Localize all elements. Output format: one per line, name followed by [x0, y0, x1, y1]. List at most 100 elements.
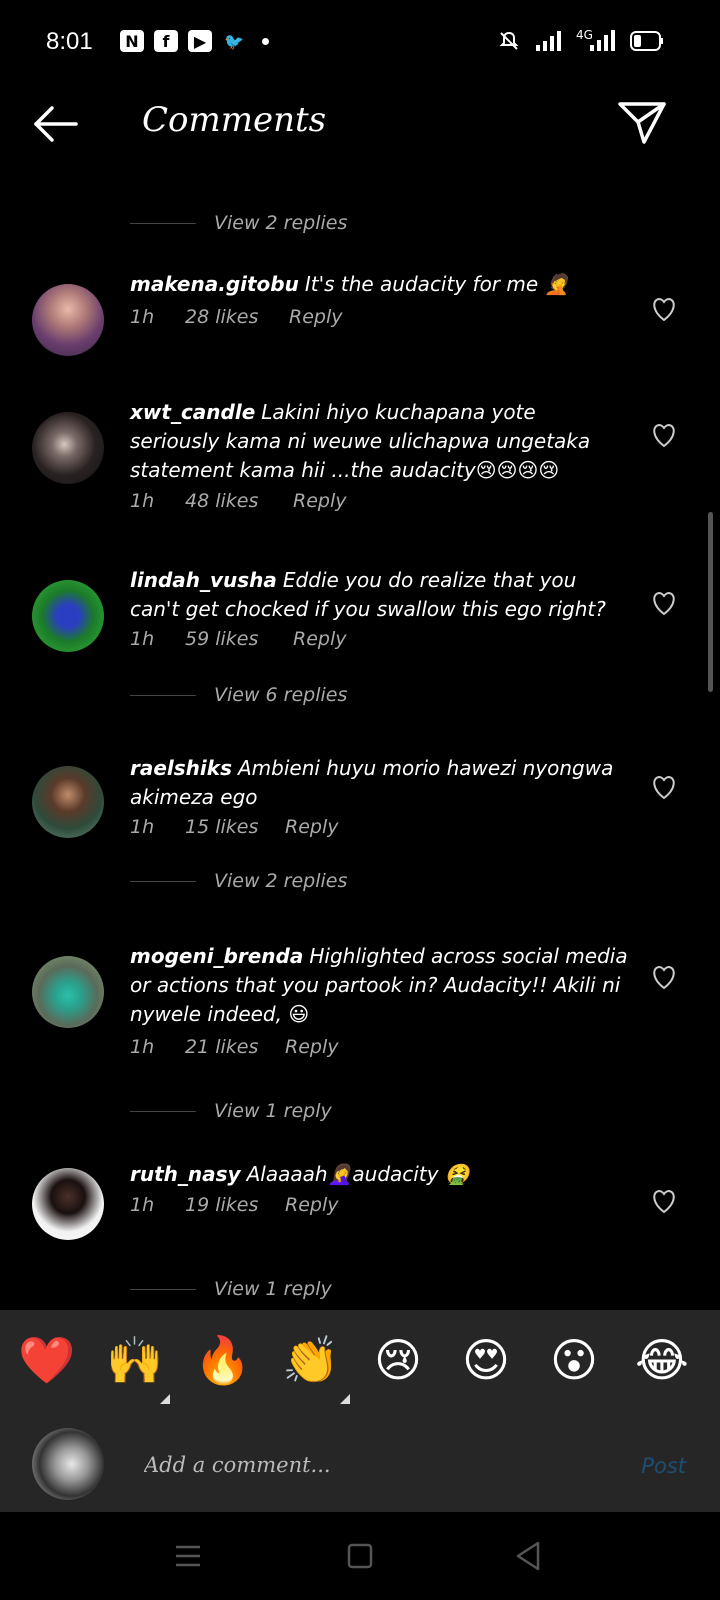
avatar: [32, 1428, 104, 1500]
comment-meta: 1h 19 likes Reply: [130, 1194, 338, 1216]
comment-text: lindah_vusha Eddie you do realize that yo…: [130, 566, 630, 624]
comment-likes[interactable]: 28 likes: [185, 306, 289, 328]
skin-tone-corner-icon: [160, 1394, 170, 1404]
like-heart-icon[interactable]: [650, 296, 678, 322]
like-heart-icon[interactable]: [650, 1188, 678, 1214]
comment-username[interactable]: raelshiks: [130, 756, 232, 780]
reply-button[interactable]: Reply: [289, 306, 342, 328]
comment-meta: 1h 59 likes Reply: [130, 628, 346, 650]
view-replies-button[interactable]: View 1 reply: [130, 1096, 332, 1126]
system-nav-bar: [0, 1512, 720, 1600]
view-replies-button[interactable]: View 2 replies: [130, 208, 347, 238]
comment-username[interactable]: mogeni_brenda: [130, 944, 303, 968]
like-heart-icon[interactable]: [650, 422, 678, 448]
send-direct-icon[interactable]: [616, 96, 668, 148]
avatar[interactable]: [32, 284, 104, 356]
back-icon[interactable]: [514, 1540, 542, 1572]
reply-button[interactable]: Reply: [285, 1036, 338, 1058]
emoji-crying[interactable]: 😢: [370, 1332, 426, 1388]
status-time: 8:01: [46, 28, 93, 55]
divider-line: [130, 1110, 196, 1112]
comment-likes[interactable]: 21 likes: [185, 1036, 285, 1058]
comment-text: ruth_nasy Alaaaah🤦‍♀️audacity 🤮: [130, 1160, 630, 1189]
comment-likes[interactable]: 15 likes: [185, 816, 285, 838]
youtube-icon: ▶: [188, 30, 212, 52]
divider-line: [130, 222, 196, 224]
more-notifications-dot: [262, 37, 269, 45]
comment-meta: 1h 15 likes Reply: [130, 816, 338, 838]
comment-time: 1h: [130, 306, 155, 328]
status-bar: 8:01 N f ▶ 🐦 4G: [0, 0, 720, 88]
reply-button[interactable]: Reply: [293, 490, 346, 512]
battery-icon: [630, 31, 663, 51]
comment-username[interactable]: lindah_vusha: [130, 568, 277, 592]
app-n-icon: N: [120, 30, 144, 52]
comment-username[interactable]: ruth_nasy: [130, 1162, 241, 1186]
page-title: Comments: [142, 100, 327, 140]
comment-text: xwt_candle Lakini hiyo kuchapana yote ser…: [130, 398, 630, 485]
like-heart-icon[interactable]: [650, 964, 678, 990]
comment-composer: Post: [0, 1414, 720, 1512]
twitter-icon: 🐦: [224, 31, 244, 51]
comment-likes[interactable]: 48 likes: [185, 490, 293, 512]
post-button[interactable]: Post: [641, 1454, 686, 1478]
comment-body: It's the audacity for me 🤦: [304, 272, 570, 296]
comment-meta: 1h 21 likes Reply: [130, 1036, 338, 1058]
reply-button[interactable]: Reply: [293, 628, 346, 650]
comment-item: lindah_vusha Eddie you do realize that yo…: [0, 566, 720, 726]
facebook-icon: f: [154, 30, 178, 52]
emoji-fire[interactable]: 🔥: [194, 1332, 251, 1388]
reply-button[interactable]: Reply: [285, 1194, 338, 1216]
comment-time: 1h: [130, 1194, 155, 1216]
signal-4g-icon: 4G: [576, 28, 616, 52]
emoji-clapping[interactable]: 👏: [282, 1332, 339, 1388]
skin-tone-corner-icon: [340, 1394, 350, 1404]
comment-username[interactable]: xwt_candle: [130, 400, 255, 424]
emoji-raised-hands[interactable]: 🙌: [106, 1332, 163, 1388]
menu-icon[interactable]: [174, 1542, 202, 1570]
comment-likes[interactable]: 59 likes: [185, 628, 293, 650]
comment-likes[interactable]: 19 likes: [185, 1194, 285, 1216]
like-heart-icon[interactable]: [650, 774, 678, 800]
divider-line: [130, 694, 196, 696]
header: [0, 88, 720, 178]
comment-meta: 1h 48 likes Reply: [130, 490, 346, 512]
divider-line: [130, 880, 196, 882]
comment-item: mogeni_brenda Highlighted across social m…: [0, 942, 720, 1132]
comment-item: ruth_nasy Alaaaah🤦‍♀️audacity 🤮 1h 19 lik…: [0, 1160, 720, 1310]
quick-emoji-bar: ❤️ 🙌 🔥 👏 😢 😍 😮 😂: [0, 1310, 720, 1414]
reply-button[interactable]: Reply: [285, 816, 338, 838]
emoji-surprised[interactable]: 😮: [546, 1332, 602, 1388]
back-arrow-icon[interactable]: [30, 98, 82, 150]
scrollbar[interactable]: [708, 512, 713, 692]
comment-time: 1h: [130, 1036, 155, 1058]
like-heart-icon[interactable]: [650, 590, 678, 616]
view-replies-button[interactable]: View 6 replies: [130, 680, 347, 710]
divider-line: [130, 1288, 196, 1290]
avatar[interactable]: [32, 766, 104, 838]
emoji-heart-eyes[interactable]: 😍: [458, 1332, 514, 1388]
avatar[interactable]: [32, 1168, 104, 1240]
comment-text: raelshiks Ambieni huyu morio hawezi nyong…: [130, 754, 630, 812]
emoji-heart[interactable]: ❤️: [18, 1332, 75, 1388]
avatar[interactable]: [32, 412, 104, 484]
avatar[interactable]: [32, 580, 104, 652]
signal-icon: [536, 31, 561, 51]
avatar[interactable]: [32, 956, 104, 1028]
comment-meta: 1h 28 likes Reply: [130, 306, 342, 328]
comment-body: Alaaaah🤦‍♀️audacity 🤮: [246, 1162, 470, 1186]
comment-item: xwt_candle Lakini hiyo kuchapana yote ser…: [0, 398, 720, 528]
view-replies-button[interactable]: View 2 replies: [130, 866, 347, 896]
comment-text: makena.gitobu It's the audacity for me 🤦: [130, 270, 630, 299]
comment-item: makena.gitobu It's the audacity for me 🤦 …: [0, 270, 720, 360]
comment-time: 1h: [130, 628, 155, 650]
view-replies-button[interactable]: View 1 reply: [130, 1274, 332, 1304]
mute-icon: [499, 31, 519, 50]
comment-time: 1h: [130, 490, 155, 512]
comment-username[interactable]: makena.gitobu: [130, 272, 299, 296]
system-icons: 4G: [498, 28, 664, 52]
notification-icons: N f ▶ 🐦: [120, 30, 269, 52]
emoji-laughing[interactable]: 😂: [634, 1332, 690, 1388]
home-icon[interactable]: [346, 1542, 374, 1570]
comment-input[interactable]: [142, 1444, 606, 1486]
